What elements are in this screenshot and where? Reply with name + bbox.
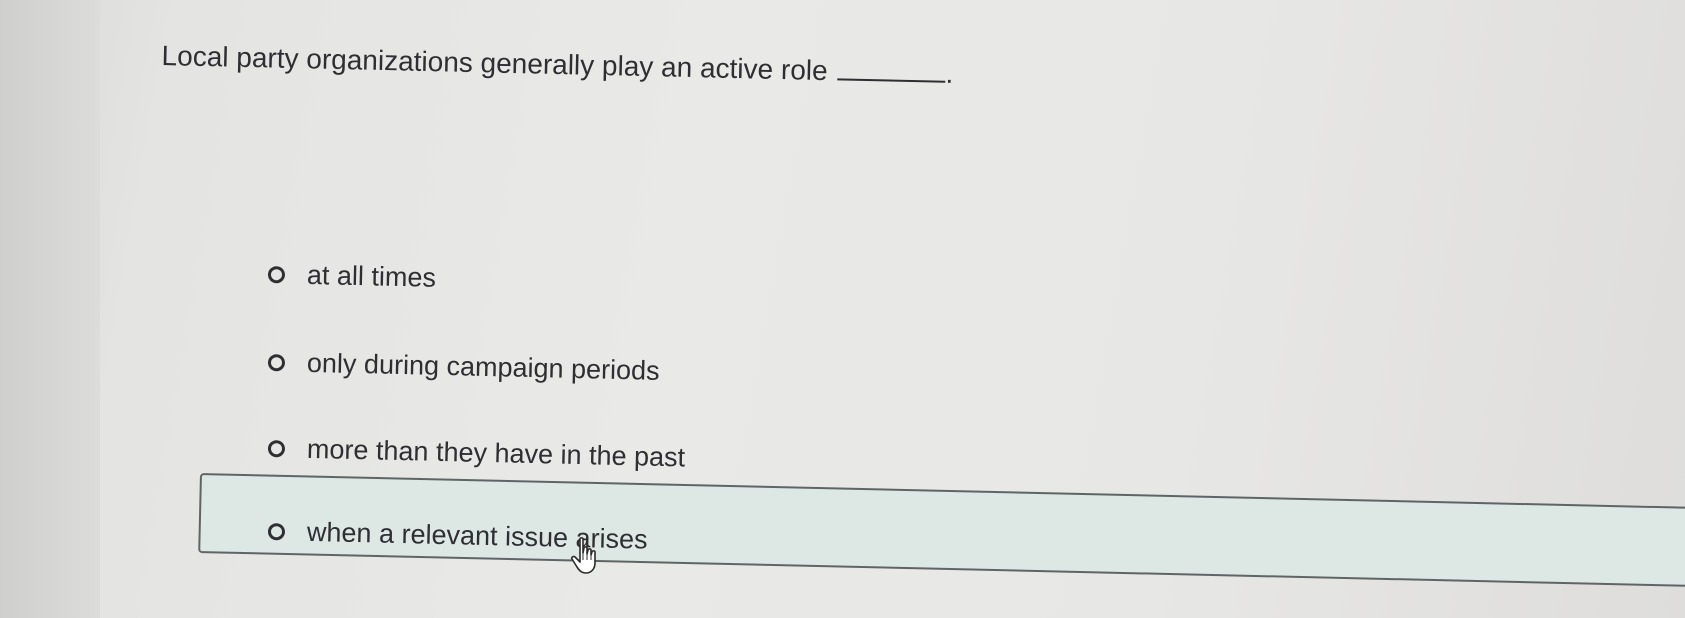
hand-pointer-icon — [570, 537, 596, 574]
answer-option-3[interactable]: more than they have in the past — [267, 428, 686, 477]
radio-button-icon[interactable] — [267, 439, 286, 457]
answer-option-2[interactable]: only during campaign periods — [267, 342, 661, 391]
option-label: more than they have in the past — [306, 433, 686, 472]
page-margin — [0, 0, 100, 618]
radio-button-icon[interactable] — [267, 353, 286, 371]
radio-button-icon[interactable] — [267, 522, 286, 540]
question-prompt: Local party organizations generally play… — [161, 40, 829, 87]
option-label: at all times — [306, 259, 437, 293]
question-text: Local party organizations generally play… — [161, 40, 953, 90]
question-end-punct: . — [945, 57, 954, 89]
radio-button-icon[interactable] — [267, 265, 286, 283]
answer-blank — [837, 78, 946, 83]
answer-option-1[interactable]: at all times — [267, 254, 437, 298]
option-label: only during campaign periods — [306, 347, 660, 386]
